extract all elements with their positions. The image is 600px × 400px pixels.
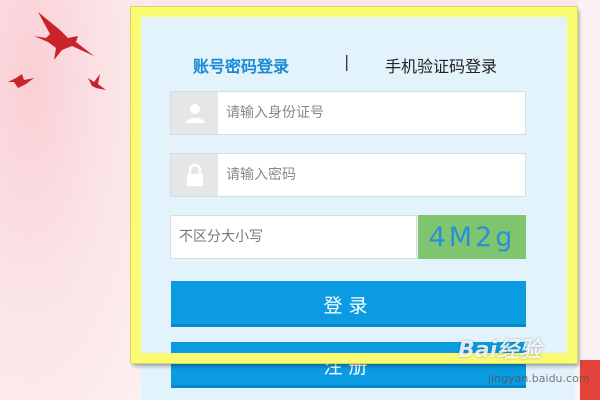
login-panel: 账号密码登录 | 手机验证码登录 请输入身份证号 不区分大小写 4M2g 登录 … (141, 17, 575, 400)
background-red-block (580, 360, 600, 400)
background-right-strip (578, 0, 600, 400)
lock-icon (171, 154, 218, 196)
password-field (170, 153, 526, 197)
bird-icon (34, 12, 94, 60)
bird-icon (8, 74, 34, 88)
page: 账号密码登录 | 手机验证码登录 请输入身份证号 不区分大小写 4M2g 登录 … (0, 0, 600, 400)
captcha-row: 4M2g (170, 215, 526, 259)
captcha-input[interactable] (179, 216, 409, 258)
id-number-input[interactable] (226, 92, 516, 134)
tab-account-login[interactable]: 账号密码登录 (193, 53, 289, 77)
bird-icon (88, 74, 106, 90)
password-input[interactable] (226, 154, 516, 196)
user-icon (171, 92, 218, 134)
captcha-image[interactable]: 4M2g (418, 215, 526, 259)
login-button[interactable]: 登录 (171, 281, 526, 327)
register-button[interactable]: 注册 (171, 342, 526, 388)
captcha-field (170, 215, 417, 259)
tab-sms-login[interactable]: 手机验证码登录 (385, 53, 497, 77)
id-number-field (170, 91, 526, 135)
tab-divider: | (344, 52, 350, 71)
